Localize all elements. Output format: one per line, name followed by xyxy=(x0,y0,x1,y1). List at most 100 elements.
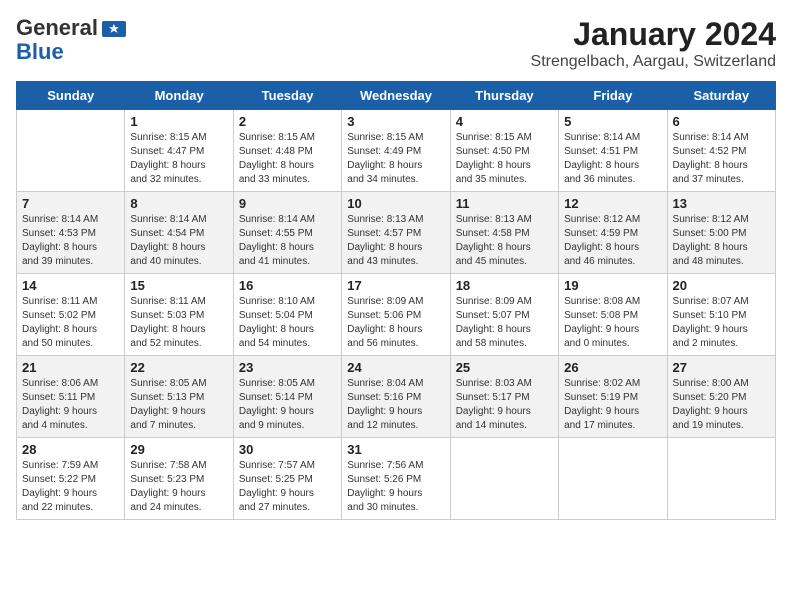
calendar-day-cell: 16 Sunrise: 8:10 AMSunset: 5:04 PMDayligh… xyxy=(233,274,341,356)
day-number: 11 xyxy=(456,196,553,211)
calendar-day-cell: 22 Sunrise: 8:05 AMSunset: 5:13 PMDayligh… xyxy=(125,356,233,438)
calendar-day-header: Tuesday xyxy=(233,82,341,110)
day-info: Sunrise: 8:04 AMSunset: 5:16 PMDaylight:… xyxy=(347,377,444,433)
day-number: 20 xyxy=(673,278,770,293)
day-info: Sunrise: 8:12 AMSunset: 5:00 PMDaylight:… xyxy=(673,213,770,269)
day-info: Sunrise: 8:15 AMSunset: 4:48 PMDaylight:… xyxy=(239,131,336,187)
day-info: Sunrise: 8:06 AMSunset: 5:11 PMDaylight:… xyxy=(22,377,119,433)
title-block: January 2024 Strengelbach, Aargau, Switz… xyxy=(531,16,776,71)
day-number: 16 xyxy=(239,278,336,293)
calendar-day-cell: 25 Sunrise: 8:03 AMSunset: 5:17 PMDayligh… xyxy=(450,356,558,438)
calendar-week-row: 28Sunrise: 7:59 AMSunset: 5:22 PMDayligh… xyxy=(17,438,776,520)
calendar-day-cell: 1 Sunrise: 8:15 AMSunset: 4:47 PMDaylight… xyxy=(125,110,233,192)
calendar-day-cell: 14Sunrise: 8:11 AMSunset: 5:02 PMDayligh… xyxy=(17,274,125,356)
calendar-day-cell: 19 Sunrise: 8:08 AMSunset: 5:08 PMDayligh… xyxy=(559,274,667,356)
day-info: Sunrise: 8:05 AMSunset: 5:14 PMDaylight:… xyxy=(239,377,336,433)
calendar-day-cell xyxy=(450,438,558,520)
day-info: Sunrise: 8:02 AMSunset: 5:19 PMDaylight:… xyxy=(564,377,661,433)
day-info: Sunrise: 8:00 AMSunset: 5:20 PMDaylight:… xyxy=(673,377,770,433)
day-info: Sunrise: 8:13 AMSunset: 4:57 PMDaylight:… xyxy=(347,213,444,269)
day-number: 22 xyxy=(130,360,227,375)
calendar-day-cell: 17 Sunrise: 8:09 AMSunset: 5:06 PMDayligh… xyxy=(342,274,450,356)
day-number: 7 xyxy=(22,196,119,211)
day-info: Sunrise: 8:07 AMSunset: 5:10 PMDaylight:… xyxy=(673,295,770,351)
calendar-week-row: 7 Sunrise: 8:14 AMSunset: 4:53 PMDaylight… xyxy=(17,192,776,274)
day-info: Sunrise: 8:15 AMSunset: 4:49 PMDaylight:… xyxy=(347,131,444,187)
day-number: 24 xyxy=(347,360,444,375)
calendar-day-cell: 10 Sunrise: 8:13 AMSunset: 4:57 PMDayligh… xyxy=(342,192,450,274)
day-info: Sunrise: 7:58 AMSunset: 5:23 PMDaylight:… xyxy=(130,459,227,515)
day-number: 8 xyxy=(130,196,227,211)
day-number: 4 xyxy=(456,114,553,129)
day-info: Sunrise: 7:56 AMSunset: 5:26 PMDaylight:… xyxy=(347,459,444,515)
day-number: 5 xyxy=(564,114,661,129)
calendar-day-cell: 13 Sunrise: 8:12 AMSunset: 5:00 PMDayligh… xyxy=(667,192,775,274)
calendar-day-cell: 18 Sunrise: 8:09 AMSunset: 5:07 PMDayligh… xyxy=(450,274,558,356)
day-info: Sunrise: 8:12 AMSunset: 4:59 PMDaylight:… xyxy=(564,213,661,269)
calendar-day-cell: 11 Sunrise: 8:13 AMSunset: 4:58 PMDayligh… xyxy=(450,192,558,274)
day-info: Sunrise: 8:05 AMSunset: 5:13 PMDaylight:… xyxy=(130,377,227,433)
calendar-day-cell: 31 Sunrise: 7:56 AMSunset: 5:26 PMDayligh… xyxy=(342,438,450,520)
day-info: Sunrise: 8:11 AMSunset: 5:03 PMDaylight:… xyxy=(130,295,227,351)
day-number: 13 xyxy=(673,196,770,211)
calendar-day-cell: 5 Sunrise: 8:14 AMSunset: 4:51 PMDaylight… xyxy=(559,110,667,192)
calendar-day-cell: 6Sunrise: 8:14 AMSunset: 4:52 PMDaylight… xyxy=(667,110,775,192)
day-number: 26 xyxy=(564,360,661,375)
calendar-day-cell: 28Sunrise: 7:59 AMSunset: 5:22 PMDayligh… xyxy=(17,438,125,520)
day-info: Sunrise: 8:03 AMSunset: 5:17 PMDaylight:… xyxy=(456,377,553,433)
day-info: Sunrise: 8:09 AMSunset: 5:07 PMDaylight:… xyxy=(456,295,553,351)
calendar-day-cell xyxy=(17,110,125,192)
day-number: 10 xyxy=(347,196,444,211)
day-info: Sunrise: 8:14 AMSunset: 4:54 PMDaylight:… xyxy=(130,213,227,269)
calendar-week-row: 21 Sunrise: 8:06 AMSunset: 5:11 PMDayligh… xyxy=(17,356,776,438)
page-title: January 2024 xyxy=(531,16,776,53)
calendar-day-cell xyxy=(667,438,775,520)
logo-general-text: General xyxy=(16,16,98,40)
day-number: 12 xyxy=(564,196,661,211)
calendar-day-cell: 27Sunrise: 8:00 AMSunset: 5:20 PMDayligh… xyxy=(667,356,775,438)
day-number: 18 xyxy=(456,278,553,293)
day-number: 17 xyxy=(347,278,444,293)
day-info: Sunrise: 8:10 AMSunset: 5:04 PMDaylight:… xyxy=(239,295,336,351)
calendar-day-cell: 3 Sunrise: 8:15 AMSunset: 4:49 PMDaylight… xyxy=(342,110,450,192)
day-number: 31 xyxy=(347,442,444,457)
calendar-day-cell: 12 Sunrise: 8:12 AMSunset: 4:59 PMDayligh… xyxy=(559,192,667,274)
calendar-day-cell: 20 Sunrise: 8:07 AMSunset: 5:10 PMDayligh… xyxy=(667,274,775,356)
day-info: Sunrise: 8:08 AMSunset: 5:08 PMDaylight:… xyxy=(564,295,661,351)
day-number: 2 xyxy=(239,114,336,129)
page-subtitle: Strengelbach, Aargau, Switzerland xyxy=(531,53,776,71)
day-number: 9 xyxy=(239,196,336,211)
calendar-day-header: Monday xyxy=(125,82,233,110)
logo-flag-icon xyxy=(102,21,126,37)
calendar-day-cell: 8 Sunrise: 8:14 AMSunset: 4:54 PMDaylight… xyxy=(125,192,233,274)
day-number: 23 xyxy=(239,360,336,375)
calendar-day-cell: 24 Sunrise: 8:04 AMSunset: 5:16 PMDayligh… xyxy=(342,356,450,438)
day-number: 25 xyxy=(456,360,553,375)
day-number: 19 xyxy=(564,278,661,293)
day-info: Sunrise: 8:15 AMSunset: 4:47 PMDaylight:… xyxy=(130,131,227,187)
day-info: Sunrise: 8:14 AMSunset: 4:52 PMDaylight:… xyxy=(673,131,770,187)
day-number: 1 xyxy=(130,114,227,129)
day-number: 14 xyxy=(22,278,119,293)
calendar-day-cell: 2 Sunrise: 8:15 AMSunset: 4:48 PMDaylight… xyxy=(233,110,341,192)
day-info: Sunrise: 8:14 AMSunset: 4:51 PMDaylight:… xyxy=(564,131,661,187)
day-info: Sunrise: 8:14 AMSunset: 4:53 PMDaylight:… xyxy=(22,213,119,269)
day-number: 15 xyxy=(130,278,227,293)
day-number: 30 xyxy=(239,442,336,457)
calendar-day-cell xyxy=(559,438,667,520)
calendar-day-header: Friday xyxy=(559,82,667,110)
day-info: Sunrise: 7:57 AMSunset: 5:25 PMDaylight:… xyxy=(239,459,336,515)
day-info: Sunrise: 8:09 AMSunset: 5:06 PMDaylight:… xyxy=(347,295,444,351)
calendar-day-cell: 21 Sunrise: 8:06 AMSunset: 5:11 PMDayligh… xyxy=(17,356,125,438)
day-info: Sunrise: 8:15 AMSunset: 4:50 PMDaylight:… xyxy=(456,131,553,187)
day-number: 28 xyxy=(22,442,119,457)
calendar-week-row: 14Sunrise: 8:11 AMSunset: 5:02 PMDayligh… xyxy=(17,274,776,356)
day-number: 3 xyxy=(347,114,444,129)
calendar-header-row: SundayMondayTuesdayWednesdayThursdayFrid… xyxy=(17,82,776,110)
day-number: 21 xyxy=(22,360,119,375)
calendar-day-cell: 4 Sunrise: 8:15 AMSunset: 4:50 PMDaylight… xyxy=(450,110,558,192)
calendar-day-cell: 9Sunrise: 8:14 AMSunset: 4:55 PMDaylight… xyxy=(233,192,341,274)
calendar-day-header: Thursday xyxy=(450,82,558,110)
calendar-day-cell: 7 Sunrise: 8:14 AMSunset: 4:53 PMDaylight… xyxy=(17,192,125,274)
day-info: Sunrise: 8:13 AMSunset: 4:58 PMDaylight:… xyxy=(456,213,553,269)
